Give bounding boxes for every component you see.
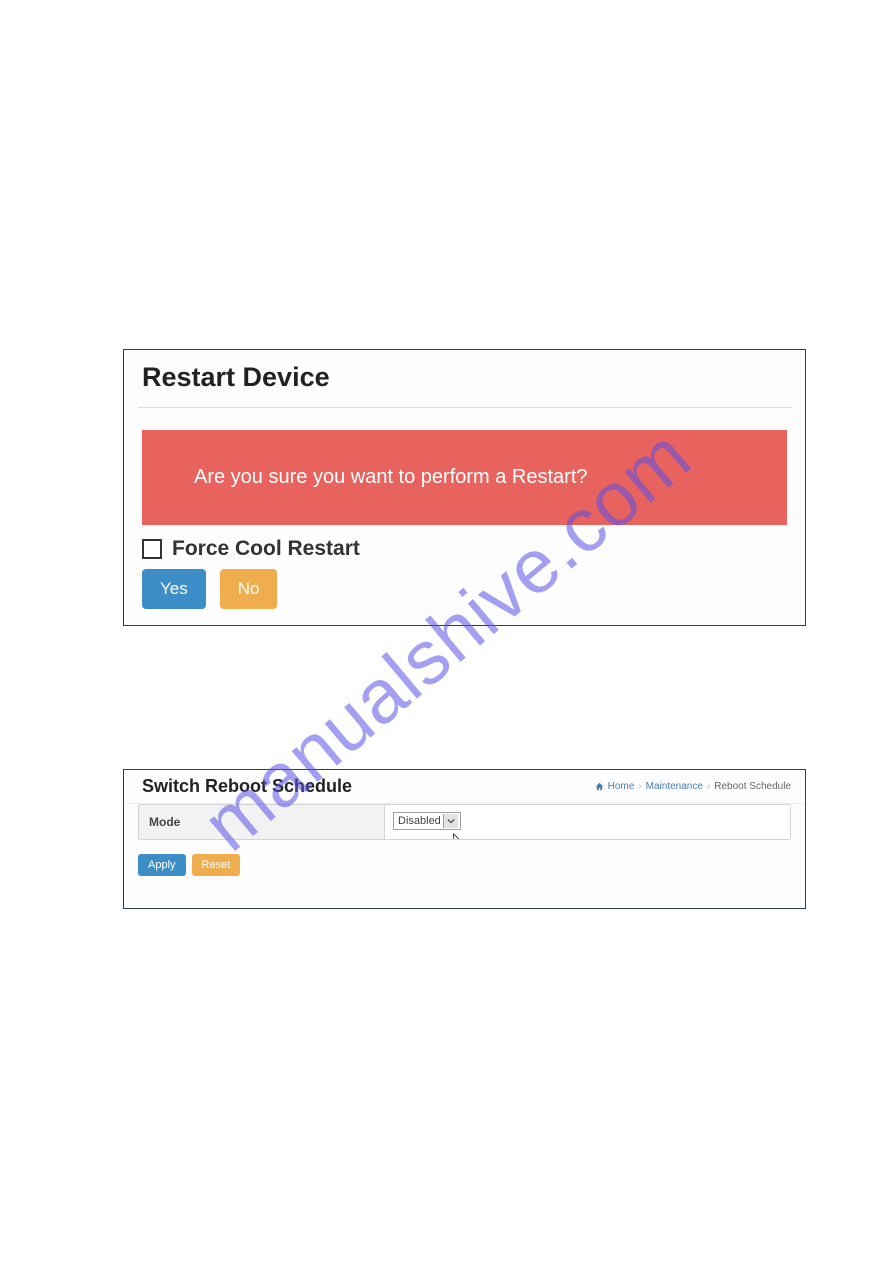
- force-cool-restart-label: Force Cool Restart: [172, 537, 360, 561]
- cursor-icon: [452, 833, 464, 840]
- reboot-schedule-title: Switch Reboot Schedule: [142, 776, 352, 797]
- restart-device-figure: Restart Device Are you sure you want to …: [123, 349, 806, 626]
- mode-select[interactable]: Disabled: [393, 812, 461, 830]
- chevron-down-icon: [443, 814, 458, 828]
- restart-confirm-alert: Are you sure you want to perform a Resta…: [142, 430, 787, 525]
- breadcrumb-maintenance[interactable]: Maintenance: [646, 781, 703, 792]
- force-cool-restart-row: Force Cool Restart: [142, 537, 787, 561]
- mode-row: Mode Disabled: [138, 804, 791, 840]
- reboot-schedule-figure: Switch Reboot Schedule Home › Maintenanc…: [123, 769, 806, 909]
- yes-button[interactable]: Yes: [142, 569, 206, 609]
- breadcrumb: Home › Maintenance › Reboot Schedule: [595, 781, 791, 792]
- mode-label: Mode: [139, 805, 385, 839]
- home-icon: [595, 782, 604, 791]
- mode-select-value: Disabled: [398, 815, 441, 827]
- breadcrumb-separator-icon: ›: [707, 781, 710, 792]
- breadcrumb-separator-icon: ›: [638, 781, 641, 792]
- restart-device-title: Restart Device: [138, 354, 791, 408]
- reset-button[interactable]: Reset: [192, 854, 241, 876]
- no-button[interactable]: No: [220, 569, 278, 609]
- breadcrumb-home[interactable]: Home: [608, 781, 635, 792]
- force-cool-restart-checkbox[interactable]: [142, 539, 162, 559]
- breadcrumb-current: Reboot Schedule: [714, 781, 791, 792]
- apply-button[interactable]: Apply: [138, 854, 186, 876]
